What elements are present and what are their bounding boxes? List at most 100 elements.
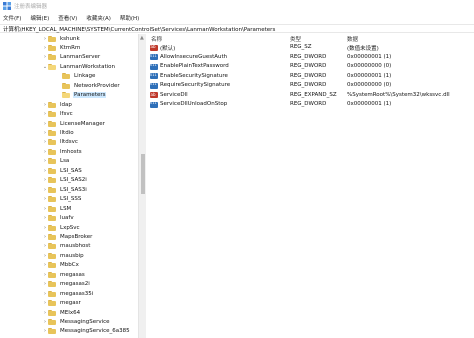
tree-item-ktmrm[interactable]: › KtmRm bbox=[42, 43, 81, 52]
tree-item-label: LicenseManager bbox=[60, 120, 105, 127]
value-data: (数值未设置) bbox=[347, 46, 379, 52]
value-name: (默认) bbox=[160, 46, 176, 52]
tree-item-label: MessagingService_6a385 bbox=[60, 328, 130, 335]
tree-item-label: lfsvc bbox=[60, 111, 73, 118]
tree-item-lmhosts[interactable]: › lmhosts bbox=[42, 147, 83, 156]
tree-item-label: megasas2i bbox=[60, 281, 90, 288]
value-row[interactable]: EnablePlainTextPassword REG_DWORD 0x000000… bbox=[147, 62, 474, 71]
tree-item-lsi-sas2i[interactable]: › LSI_SAS2i bbox=[42, 176, 88, 185]
tree-item-label: Linkage bbox=[74, 73, 96, 80]
tree-item-messagingservice[interactable]: › MessagingService bbox=[42, 318, 111, 327]
folder-icon bbox=[62, 82, 70, 89]
value-row[interactable]: ServiceDllUnloadOnStop REG_DWORD 0x0000000… bbox=[147, 100, 474, 109]
value-type: REG_DWORD bbox=[290, 53, 327, 60]
tree-item-lsm[interactable]: › LSM bbox=[42, 204, 72, 213]
tree-item-label: LSI_SSS bbox=[60, 196, 82, 203]
column-header-name[interactable]: 名称 bbox=[151, 35, 162, 43]
tree-item-lltdsvc[interactable]: › lltdsvc bbox=[42, 138, 79, 147]
value-name: ServiceDllUnloadOnStop bbox=[160, 101, 228, 107]
tree-item-networkprovider[interactable]: NetworkProvider bbox=[56, 81, 121, 90]
tree-item-lsi-sas[interactable]: › LSI_SAS bbox=[42, 166, 83, 175]
value-row[interactable]: EnableSecuritySignature REG_DWORD 0x000000… bbox=[147, 72, 474, 81]
scrollbar-thumb[interactable] bbox=[141, 154, 145, 194]
string-value-icon bbox=[150, 92, 158, 98]
tree-item-messagingservice-6a385[interactable]: › MessagingService_6a385 bbox=[42, 327, 131, 336]
tree-item-mausbip[interactable]: › mausbip bbox=[42, 251, 85, 260]
tree-item-label: LanmanWorkstation bbox=[60, 63, 115, 70]
tree-item-label: Parameters bbox=[73, 92, 107, 99]
tree-item-megasas35i[interactable]: › megasas35i bbox=[42, 289, 94, 298]
tree-item-lanmanworkstation[interactable]: ⌄ LanmanWorkstation bbox=[42, 62, 116, 71]
value-row[interactable]: RequireSecuritySignature REG_DWORD 0x00000… bbox=[147, 81, 474, 90]
folder-icon bbox=[48, 167, 56, 174]
menu-file[interactable]: 文件(F) bbox=[3, 14, 21, 22]
folder-icon bbox=[62, 73, 70, 80]
tree-item-lsa[interactable]: › Lsa bbox=[42, 157, 70, 166]
tree-item-label: LSI_SAS2i bbox=[60, 177, 87, 184]
tree-item-label: lltdsvc bbox=[60, 139, 78, 146]
tree-item-label: LSI_SAS bbox=[60, 167, 82, 174]
address-bar[interactable]: 计算机\HKEY_LOCAL_MACHINE\SYSTEM\CurrentCon… bbox=[0, 24, 474, 33]
column-header-type[interactable]: 类型 bbox=[290, 35, 301, 43]
tree-item-label: megasr bbox=[60, 300, 81, 307]
tree-item-label: lmhosts bbox=[60, 148, 82, 155]
tree-item-megasas2i[interactable]: › megasas2i bbox=[42, 280, 91, 289]
tree-item-label: MbbCx bbox=[60, 262, 79, 269]
folder-icon bbox=[62, 92, 70, 99]
tree-item-linkage[interactable]: Linkage bbox=[56, 72, 96, 81]
value-data: 0x00000001 (1) bbox=[347, 53, 392, 60]
tree-item-label: KtmRm bbox=[60, 44, 81, 51]
values-list: 名称 类型 数据 (默认)REG_SZ(数值未设置)AllowInsecureG… bbox=[147, 34, 474, 338]
tree-item-mausbhost[interactable]: › mausbhost bbox=[42, 242, 91, 251]
tree-item-parameters[interactable]: Parameters bbox=[56, 91, 107, 100]
tree-item-lsi-sas3i[interactable]: › LSI_SAS3i bbox=[42, 185, 88, 194]
value-data: 0x00000000 (0) bbox=[347, 63, 392, 69]
tree-item-mbbcx[interactable]: › MbbCx bbox=[42, 261, 80, 270]
menu-help[interactable]: 帮助(H) bbox=[120, 14, 139, 22]
tree-item-licensemanager[interactable]: › LicenseManager bbox=[42, 119, 106, 128]
tree-item-label: LxpSvc bbox=[60, 224, 80, 231]
dword-value-icon bbox=[150, 101, 158, 108]
value-row[interactable]: ServiceDll REG_EXPAND_SZ %SystemRoot%\Syst… bbox=[147, 91, 474, 100]
folder-icon bbox=[48, 35, 56, 42]
folder-icon bbox=[48, 158, 56, 165]
tree-item-megasas[interactable]: › megasas bbox=[42, 270, 86, 279]
tree-item-lxpsvc[interactable]: › LxpSvc bbox=[42, 223, 81, 232]
value-name: RequireSecuritySignature bbox=[160, 82, 231, 88]
folder-icon bbox=[48, 54, 56, 61]
folder-icon bbox=[48, 243, 56, 250]
tree-item-kshunk[interactable]: › kshunk bbox=[42, 34, 81, 43]
tree-item-meix64[interactable]: › MEIx64 bbox=[42, 308, 81, 317]
folder-icon bbox=[48, 290, 56, 297]
tree-item-label: MapsBroker bbox=[60, 233, 93, 240]
tree-item-lltdio[interactable]: › lltdio bbox=[42, 129, 75, 138]
value-name: EnablePlainTextPassword bbox=[160, 63, 229, 69]
tree-item-lanmanserver[interactable]: › LanmanServer bbox=[42, 53, 101, 62]
tree-item-label: mausbhost bbox=[60, 243, 91, 250]
value-row[interactable]: (默认) REG_SZ (数值未设置) bbox=[147, 43, 474, 52]
column-header-data[interactable]: 数据 bbox=[347, 35, 358, 43]
value-row[interactable]: AllowInsecureGuestAuth REG_DWORD 0x0000000… bbox=[147, 53, 474, 62]
menu-favorites[interactable]: 收藏夹(A) bbox=[86, 14, 111, 22]
menu-view[interactable]: 查看(V) bbox=[58, 14, 77, 22]
folder-icon bbox=[48, 139, 56, 146]
tree-item-lfsvc[interactable]: › lfsvc bbox=[42, 110, 74, 119]
tree-item-label: LSM bbox=[60, 205, 72, 212]
address-path[interactable]: 计算机\HKEY_LOCAL_MACHINE\SYSTEM\CurrentCon… bbox=[3, 25, 275, 33]
tree-item-label: MessagingService bbox=[60, 319, 110, 325]
tree-item-megasr[interactable]: › megasr bbox=[42, 299, 82, 308]
tree-item-lsi-sss[interactable]: › LSI_SSS bbox=[42, 195, 82, 204]
tree-item-label: mausbip bbox=[60, 252, 84, 259]
scroll-up-arrow-icon[interactable]: ▲ bbox=[140, 35, 144, 41]
folder-icon bbox=[48, 196, 56, 203]
tree-item-mapsbroker[interactable]: › MapsBroker bbox=[42, 232, 93, 241]
tree-item-label: lltdio bbox=[60, 130, 74, 136]
tree-item-ldap[interactable]: › ldap bbox=[42, 100, 73, 109]
tree-scrollbar[interactable]: ▲ bbox=[138, 34, 146, 338]
window-title: 注册表编辑器 bbox=[14, 4, 48, 10]
title-bar: 注册表编辑器 bbox=[0, 0, 474, 12]
tree-item-luafv[interactable]: › luafv bbox=[42, 214, 75, 223]
folder-icon bbox=[48, 262, 56, 269]
menu-edit[interactable]: 编辑(E) bbox=[30, 14, 49, 22]
folder-icon bbox=[48, 215, 56, 222]
